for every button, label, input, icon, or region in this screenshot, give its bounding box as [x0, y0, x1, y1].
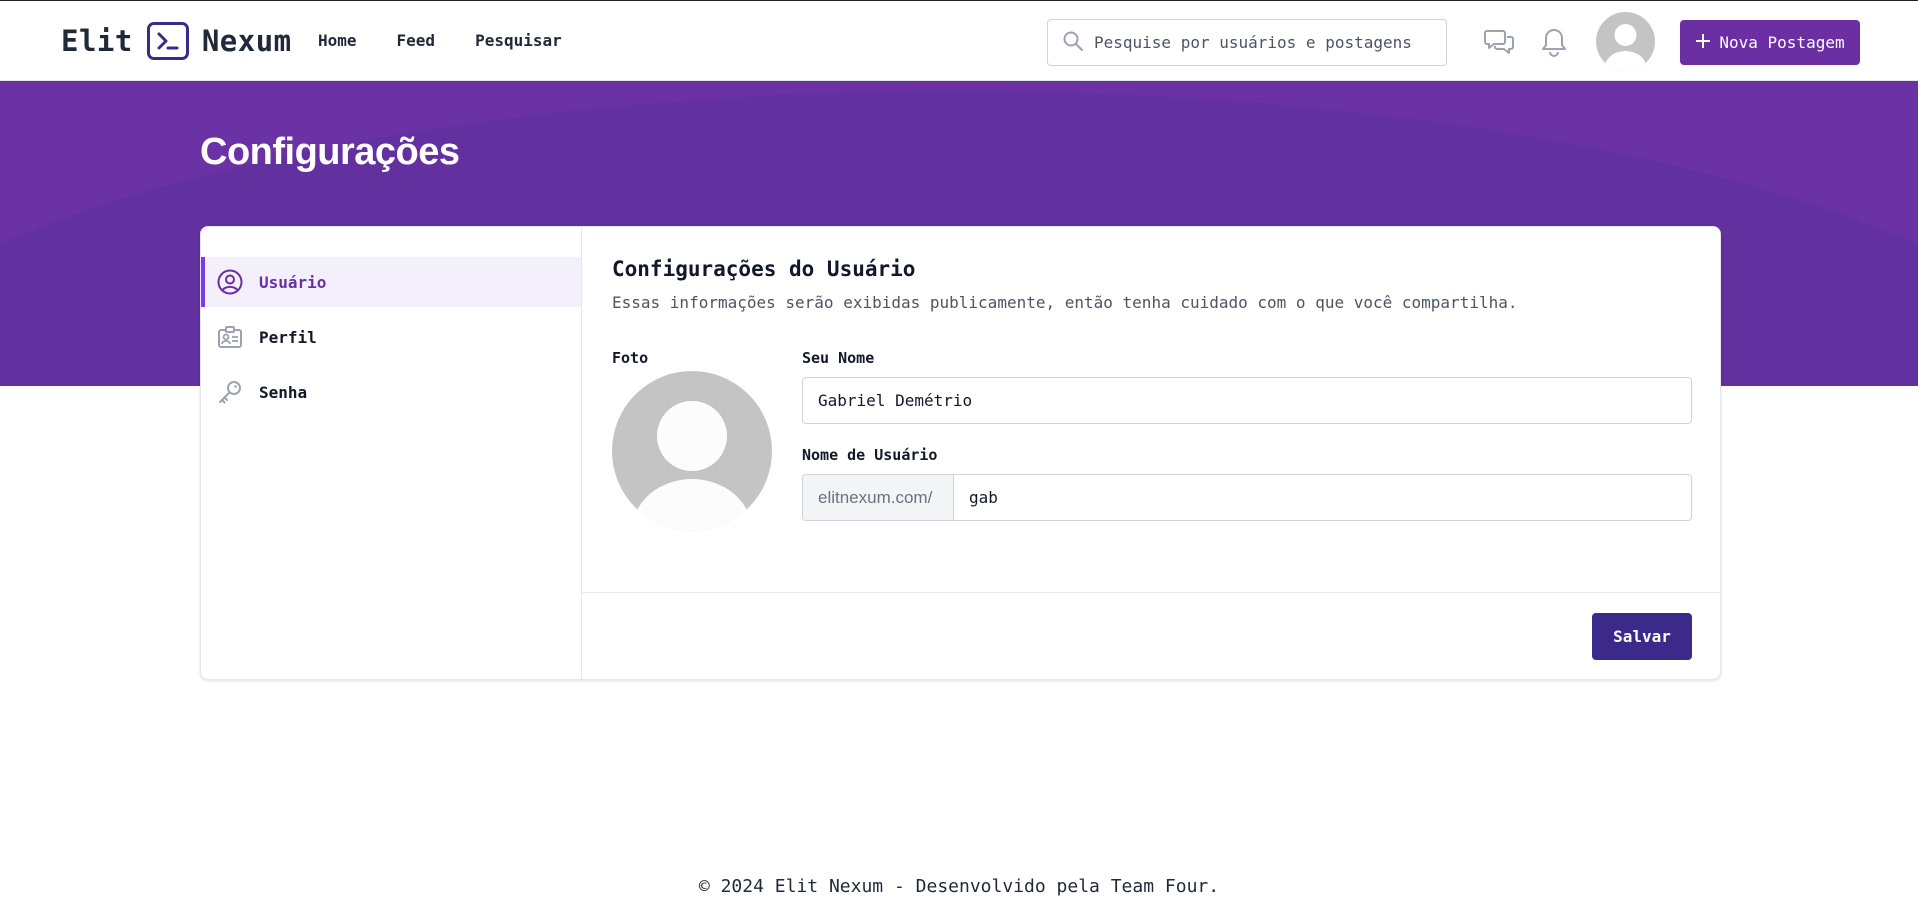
sidebar-item-senha[interactable]: Senha [201, 367, 581, 417]
nav-home-link[interactable]: Home [318, 31, 357, 50]
username-field[interactable]: elitnexum.com/ [802, 474, 1692, 521]
settings-card: Usuário Perfil Senha Configurações do Us… [200, 226, 1721, 680]
search-icon [1062, 30, 1084, 56]
search-box[interactable] [1047, 19, 1447, 66]
logo-text-right: Nexum [201, 24, 292, 58]
id-card-icon [217, 324, 243, 350]
logo[interactable]: Elit Nexum [61, 21, 292, 61]
user-avatar[interactable] [1596, 12, 1655, 71]
terminal-icon [146, 22, 189, 60]
page-title: Configurações [200, 131, 460, 173]
top-navbar: Elit Nexum Home Feed Pesquisar Nova Post… [0, 0, 1918, 81]
username-label: Nome de Usuário [802, 446, 938, 464]
profile-photo[interactable] [612, 371, 772, 531]
new-post-button[interactable]: Nova Postagem [1680, 20, 1860, 65]
page-footer: © 2024 Elit Nexum - Desenvolvido pela Te… [698, 876, 1220, 897]
name-input[interactable] [803, 378, 1691, 423]
search-input[interactable] [1094, 33, 1424, 52]
username-input[interactable] [954, 475, 1691, 520]
new-post-label: Nova Postagem [1719, 33, 1845, 52]
plus-icon [1695, 33, 1711, 53]
key-icon [217, 379, 243, 405]
section-title: Configurações do Usuário [612, 257, 916, 281]
nav-search-link[interactable]: Pesquisar [475, 31, 562, 50]
sidebar-item-label: Usuário [259, 272, 327, 292]
section-description: Essas informações serão exibidas publica… [612, 293, 1518, 312]
user-settings-panel: Configurações do Usuário Essas informaçõ… [582, 227, 1720, 679]
sidebar-item-usuario[interactable]: Usuário [201, 257, 581, 307]
logo-text-left: Elit [61, 24, 133, 58]
photo-label: Foto [612, 349, 649, 367]
username-prefix: elitnexum.com/ [803, 475, 954, 520]
sidebar-item-label: Perfil [259, 327, 317, 347]
nav-feed-link[interactable]: Feed [397, 31, 436, 50]
name-field[interactable] [802, 377, 1692, 424]
sidebar-item-label: Senha [259, 382, 308, 402]
name-label: Seu Nome [802, 349, 875, 367]
bell-icon[interactable] [1537, 25, 1571, 59]
user-circle-icon [217, 269, 243, 295]
form-divider [582, 592, 1720, 593]
save-button[interactable]: Salvar [1592, 613, 1692, 660]
messages-icon[interactable] [1483, 25, 1517, 59]
main-nav: Home Feed Pesquisar [318, 31, 562, 50]
settings-sidebar: Usuário Perfil Senha [201, 227, 582, 679]
sidebar-item-perfil[interactable]: Perfil [201, 312, 581, 362]
